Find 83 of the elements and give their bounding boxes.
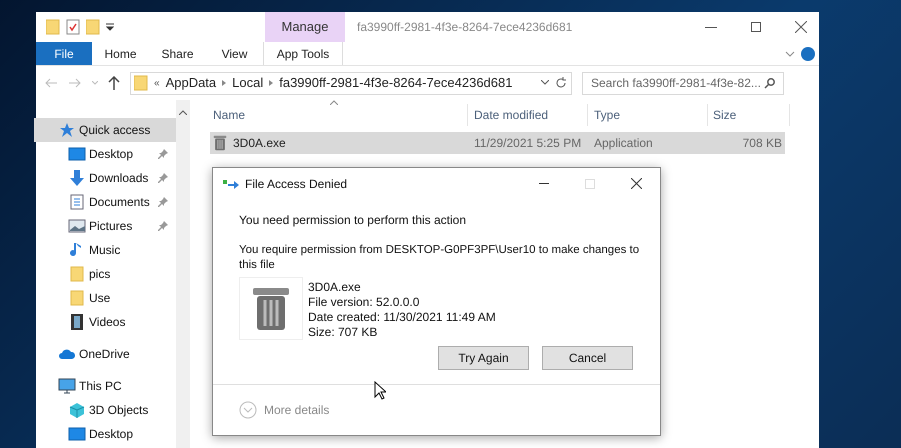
breadcrumb-item[interactable]: Local — [232, 73, 264, 93]
pin-icon[interactable] — [158, 149, 168, 159]
download-icon — [68, 170, 86, 186]
dropdown-icon[interactable] — [106, 23, 114, 31]
file-detail: Date created: 11/30/2021 11:49 AM — [308, 310, 496, 325]
desktop-icon — [68, 146, 86, 162]
chevron-right-icon — [269, 80, 274, 86]
sidebar-item[interactable]: 3D Objects — [36, 398, 176, 422]
sidebar-item[interactable]: Downloads — [36, 166, 176, 190]
film-icon — [68, 314, 86, 330]
document-icon — [68, 194, 86, 210]
file-row[interactable]: 3D0A.exe 11/29/2021 5:25 PM Application 708 KB — [210, 132, 785, 154]
chevron-down-icon[interactable] — [785, 50, 795, 58]
breadcrumb-item[interactable]: fa3990ff-2981-4f3e-8264-7ece4236d681 — [279, 73, 512, 93]
folder-icon — [68, 290, 86, 306]
column-header[interactable]: Name — [190, 104, 468, 126]
close-icon[interactable] — [795, 21, 807, 33]
chevron-right-icon — [222, 80, 226, 86]
chevron-down-icon[interactable] — [541, 80, 549, 86]
size-cell-text: 708 KB — [742, 135, 783, 152]
folder-icon — [134, 75, 148, 91]
sidebar-item[interactable]: OneDrive — [34, 342, 176, 366]
dialog-message: You require permission from DESKTOP-G0PF3PF\User10 to make changes to this file — [239, 243, 640, 273]
dialog-button[interactable]: Cancel — [542, 346, 633, 370]
help-icon[interactable] — [801, 46, 815, 60]
ribbon-tab[interactable]: Home — [92, 42, 149, 65]
file-detail: Size: 707 KB — [308, 325, 378, 340]
window-title: fa3990ff-2981-4f3e-8264-7ece4236d681 — [357, 19, 574, 36]
breadcrumb-item[interactable]: AppData — [166, 73, 216, 93]
minimize-icon[interactable] — [705, 26, 717, 28]
overflow-chevron-icon[interactable]: « — [154, 76, 160, 90]
up-arrow-icon[interactable] — [108, 76, 120, 90]
scroll-up-icon[interactable] — [179, 110, 187, 115]
contextual-tab-header: Manage — [265, 12, 345, 42]
address-bar[interactable]: « AppData Local fa3990ff-2981-4f3e-8264-7ece4236d681 — [130, 72, 572, 94]
date-cell-text: 11/29/2021 5:25 PM — [473, 135, 582, 152]
cube-icon — [68, 402, 86, 418]
more-details-link[interactable]: More details — [264, 401, 330, 419]
cursor-icon — [374, 381, 386, 400]
folder-icon — [86, 19, 100, 35]
sidebar-item[interactable]: Quick access — [34, 118, 176, 142]
sidebar-item[interactable]: Desktop — [36, 422, 176, 446]
file-detail: 3D0A.exe — [308, 280, 362, 295]
ribbon-tab[interactable]: App Tools — [263, 42, 343, 65]
computer-icon — [58, 378, 76, 394]
file-name: 3D0A.exe — [233, 135, 286, 152]
column-header[interactable]: Date modified — [468, 104, 588, 126]
ribbon-tab[interactable]: View — [206, 42, 263, 65]
file-move-icon — [223, 178, 239, 188]
sidebar-item[interactable]: Documents — [36, 190, 176, 214]
column-header[interactable]: Size — [708, 104, 790, 126]
star-icon — [58, 122, 76, 138]
search-field[interactable]: Search fa3990ff-2981-4f3e-82... — [582, 72, 784, 94]
pin-icon[interactable] — [158, 197, 168, 207]
dialog-heading: You need permission to perform this action — [239, 212, 468, 229]
sidebar-item[interactable]: Pictures — [36, 214, 176, 238]
pin-icon[interactable] — [158, 173, 168, 183]
properties-icon[interactable] — [66, 19, 80, 35]
type-cell-text: Application — [593, 135, 654, 152]
sidebar-item[interactable]: Desktop — [36, 142, 176, 166]
dialog-title: File Access Denied — [245, 176, 348, 192]
sidebar-item[interactable]: Use — [36, 286, 176, 310]
ribbon-tab[interactable]: File — [36, 42, 92, 65]
sidebar-item[interactable]: Music — [36, 238, 176, 262]
desktop-icon — [68, 426, 86, 442]
scrollbar[interactable] — [176, 100, 190, 448]
trash-can-icon — [251, 286, 291, 332]
ribbon-tab[interactable]: Share — [149, 42, 206, 65]
search-icon[interactable] — [764, 78, 775, 88]
close-icon[interactable] — [631, 178, 642, 189]
file-detail: File version: 52.0.0.0 — [308, 295, 420, 310]
column-header[interactable]: Type — [588, 104, 708, 126]
folder-icon — [46, 19, 60, 35]
pin-icon[interactable] — [158, 221, 168, 231]
sidebar-item[interactable]: Videos — [36, 310, 176, 334]
refresh-icon[interactable] — [555, 77, 567, 89]
pictures-icon — [68, 218, 86, 234]
dialog-button[interactable]: Try Again — [438, 346, 529, 370]
trash-can-icon — [213, 135, 227, 151]
folder-icon — [68, 266, 86, 282]
sidebar-item[interactable]: This PC — [34, 374, 176, 398]
maximize-icon[interactable] — [751, 22, 761, 32]
sidebar-item[interactable]: pics — [36, 262, 176, 286]
